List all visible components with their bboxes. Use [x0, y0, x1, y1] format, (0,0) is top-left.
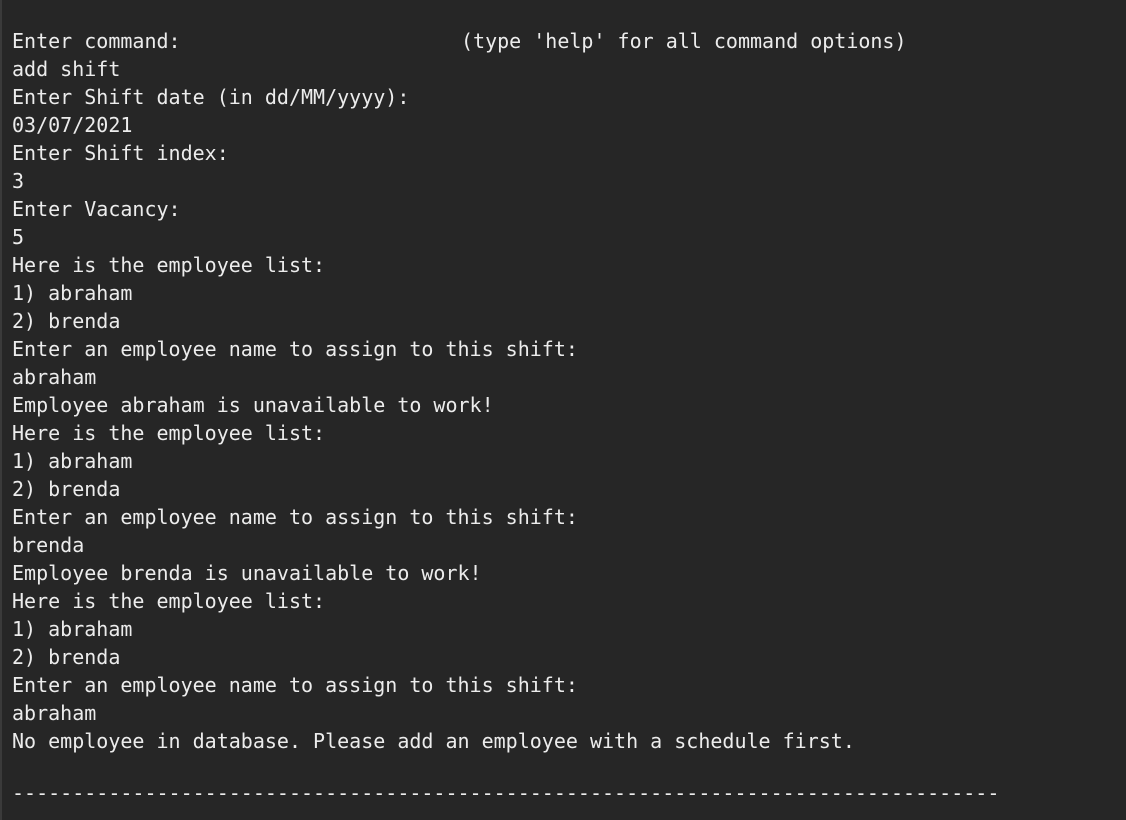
command-prompt-row: Enter command: (type 'help' for all comm…: [12, 27, 1126, 55]
output-line: Here is the employee list:: [12, 253, 326, 277]
user-input-line: add shift: [12, 57, 121, 81]
error-message: Employee abraham is unavailable to work!: [12, 393, 494, 417]
error-message: Employee brenda is unavailable to work!: [12, 561, 482, 585]
employee-list-item: 1) abraham: [12, 449, 133, 473]
command-prompt-label: Enter command:: [12, 29, 181, 53]
output-line: Enter an employee name to assign to this…: [12, 337, 578, 361]
output-line: Enter an employee name to assign to this…: [12, 673, 578, 697]
user-input-line: brenda: [12, 533, 85, 557]
terminal-window[interactable]: Enter command: (type 'help' for all comm…: [0, 0, 1126, 820]
output-line: Here is the employee list:: [12, 421, 326, 445]
user-input-line: 5: [12, 225, 25, 249]
command-help-hint: (type 'help' for all command options): [461, 29, 907, 53]
employee-list-item: 2) brenda: [12, 645, 121, 669]
user-input-line: abraham: [12, 701, 97, 725]
error-message: No employee in database. Please add an e…: [12, 729, 855, 753]
output-line: Enter an employee name to assign to this…: [12, 505, 578, 529]
user-input-line: abraham: [12, 365, 97, 389]
employee-list-item: 1) abraham: [12, 617, 133, 641]
output-line: Here is the employee list:: [12, 589, 326, 613]
employee-list-item: 1) abraham: [12, 281, 133, 305]
terminal-output: add shift Enter Shift date (in dd/MM/yyy…: [12, 55, 1126, 755]
output-line: Enter Vacancy:: [12, 197, 181, 221]
user-input-line: 03/07/2021: [12, 113, 133, 137]
user-input-line: 3: [12, 169, 25, 193]
employee-list-item: 2) brenda: [12, 309, 121, 333]
employee-list-item: 2) brenda: [12, 477, 121, 501]
separator-line: ----------------------------------------…: [12, 781, 1000, 805]
output-line: Enter Shift date (in dd/MM/yyyy):: [12, 85, 410, 109]
output-line: Enter Shift index:: [12, 141, 229, 165]
